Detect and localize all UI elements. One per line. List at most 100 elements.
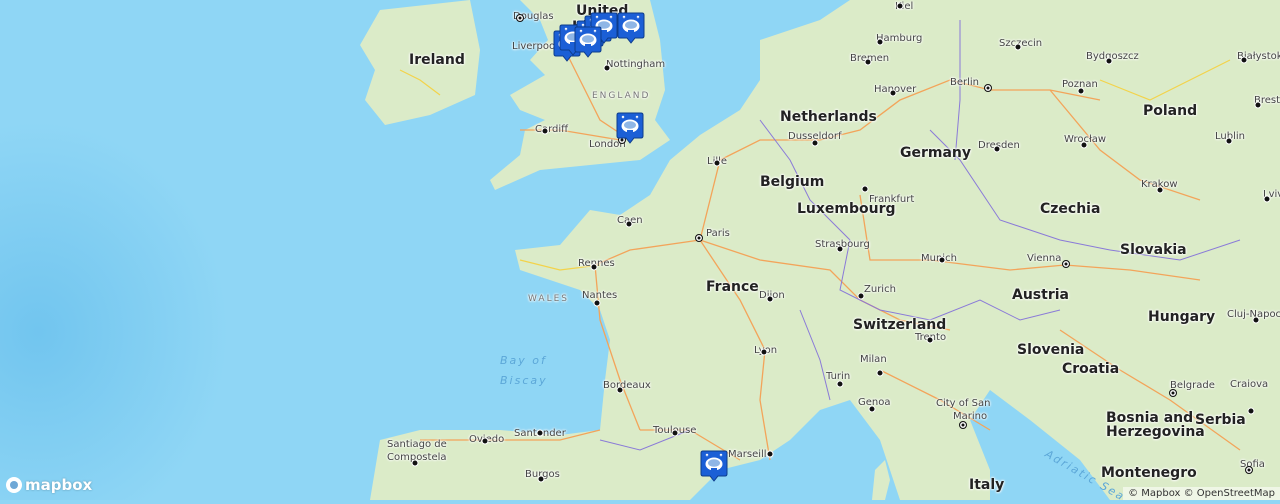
city-label: Craiova [1230,379,1269,390]
city-label: Nantes [582,290,618,301]
stadium-icon [616,112,644,144]
country-label: Czechia [1040,201,1101,217]
city-dot-icon [411,459,419,467]
attribution-osm-link[interactable]: © OpenStreetMap [1184,488,1275,499]
city-dot-icon [926,336,934,344]
city-dot-icon [896,2,904,10]
city-dot-icon [766,450,774,458]
stadium-marker[interactable] [617,12,645,44]
country-label: Italy [969,477,1005,493]
city-dot-icon [1080,141,1088,149]
city-dot-icon [1254,101,1262,109]
city-dot-icon [541,127,549,135]
city-label: City of San [936,398,991,409]
city-label: Liverpool [512,41,558,52]
capital-city-icon [984,84,992,92]
stadium-icon [574,26,602,58]
city-label: Zurich [864,284,896,295]
city-dot-icon [868,405,876,413]
city-dot-icon [603,64,611,72]
city-label: Santiago de [387,439,447,450]
country-label: Croatia [1062,361,1120,377]
city-dot-icon [938,256,946,264]
city-label: Milan [860,354,887,365]
city-label: Bordeaux [603,380,651,391]
city-label: Belgrade [1170,380,1215,391]
city-dot-icon [889,89,897,97]
water-label: Bay of [500,354,547,367]
country-label: Austria [1012,287,1069,303]
city-label: Marino [953,411,988,422]
city-dot-icon [1240,56,1248,64]
city-label: Cardiff [535,124,569,135]
city-label: Vienna [1027,253,1062,264]
country-label: Hungary [1148,309,1216,325]
country-label: Slovakia [1120,242,1187,258]
stadium-marker[interactable] [700,450,728,482]
country-label: Slovenia [1017,342,1085,358]
city-dot-icon [811,139,819,147]
city-dot-icon [1105,57,1113,65]
mapbox-logo-icon [6,477,22,493]
city-dot-icon [864,58,872,66]
stadium-marker[interactable] [574,26,602,58]
stadium-marker[interactable] [616,112,644,144]
city-dot-icon [861,185,869,193]
city-dot-icon [1077,87,1085,95]
region-label: ENGLAND [592,91,651,101]
city-dot-icon [1247,407,1255,415]
city-dot-icon [1014,43,1022,51]
city-dot-icon [671,429,679,437]
city-dot-icon [836,380,844,388]
country-label: Belgium [760,174,825,190]
city-dot-icon [593,299,601,307]
city-dot-icon [876,38,884,46]
stadium-icon [617,12,645,44]
city-dot-icon [590,263,598,271]
city-dot-icon [760,348,768,356]
country-label: Montenegro [1101,465,1197,481]
country-label: France [706,279,759,295]
city-dot-icon [1252,316,1260,324]
region-label: WALES [528,294,569,304]
map-canvas[interactable]: Ireland Netherlands Germany Poland Belgium Lu… [0,0,1280,504]
capital-city-icon [1169,389,1177,397]
city-dot-icon [1263,195,1271,203]
map-basemap [0,0,1280,500]
city-dot-icon [616,386,624,394]
mapbox-logo[interactable]: mapbox [6,476,92,494]
city-label: Berlin [950,77,980,88]
city-dot-icon [766,295,774,303]
country-label: Bosnia and [1106,410,1194,426]
country-label: Netherlands [780,109,877,125]
city-dot-icon [857,292,865,300]
city-dot-icon [481,437,489,445]
country-label: Switzerland [853,317,947,333]
capital-city-icon [1245,466,1253,474]
city-dot-icon [1225,137,1233,145]
city-dot-icon [713,159,721,167]
capital-city-icon [695,234,703,242]
capital-city-icon [959,421,967,429]
country-label: Ireland [409,52,465,68]
country-label: Germany [900,145,972,161]
stadium-icon [700,450,728,482]
country-label: Poland [1143,103,1198,119]
attribution: © Mapbox © OpenStreetMap [1123,487,1280,500]
city-dot-icon [876,369,884,377]
city-dot-icon [536,429,544,437]
city-dot-icon [625,220,633,228]
country-label: Herzegovina [1106,424,1205,440]
mapbox-logo-text: mapbox [25,476,93,494]
attribution-mapbox-link[interactable]: © Mapbox [1128,488,1180,499]
deep-ocean [0,80,380,500]
city-dot-icon [993,145,1001,153]
capital-city-icon [516,14,524,22]
city-dot-icon [537,475,545,483]
city-label: Nottingham [606,59,666,70]
city-label: Frankfurt [869,194,915,205]
city-dot-icon [1156,186,1164,194]
water-label: Biscay [500,374,548,387]
capital-city-icon [1062,260,1070,268]
city-dot-icon [836,245,844,253]
